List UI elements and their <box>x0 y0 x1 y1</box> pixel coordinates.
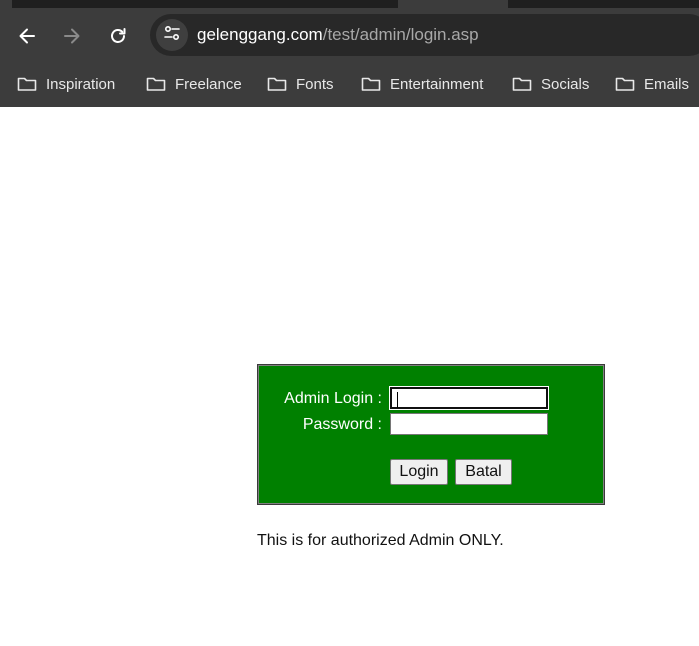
bookmark-socials[interactable]: Socials <box>512 72 589 96</box>
tab-edge <box>398 0 508 8</box>
bookmark-fonts[interactable]: Fonts <box>267 72 334 96</box>
login-button[interactable]: Login <box>390 459 448 485</box>
bookmark-label: Freelance <box>175 75 242 93</box>
bookmark-entertainment[interactable]: Entertainment <box>361 72 483 96</box>
text-caret <box>397 392 398 408</box>
bookmark-inspiration[interactable]: Inspiration <box>17 72 115 96</box>
bookmark-label: Entertainment <box>390 75 484 93</box>
url-text[interactable]: gelenggang.com/test/admin/login.asp <box>197 25 479 45</box>
bookmark-label: Fonts <box>296 75 334 93</box>
reload-icon <box>108 26 128 46</box>
forward-button[interactable] <box>56 20 88 52</box>
username-input[interactable] <box>390 387 548 409</box>
tune-icon <box>163 24 181 47</box>
password-label: Password : <box>302 416 382 433</box>
address-bar[interactable]: gelenggang.com/test/admin/login.asp <box>150 14 699 56</box>
url-path: /test/admin/login.asp <box>322 25 479 44</box>
cancel-button[interactable]: Batal <box>455 459 512 485</box>
folder-icon <box>615 77 635 91</box>
password-input[interactable] <box>390 413 548 435</box>
browser-chrome: gelenggang.com/test/admin/login.asp Insp… <box>0 0 699 107</box>
tab-edge <box>0 0 12 8</box>
folder-icon <box>17 77 37 91</box>
bookmark-label: Inspiration <box>46 75 116 93</box>
bookmark-label: Emails <box>644 75 690 93</box>
folder-icon <box>512 77 532 91</box>
folder-icon <box>146 77 166 91</box>
arrow-right-icon <box>62 26 82 46</box>
arrow-left-icon <box>17 26 37 46</box>
admin-login-form: Admin Login : Password : Login Batal <box>257 364 605 505</box>
bookmark-emails[interactable]: Emails <box>615 72 689 96</box>
bookmark-freelance[interactable]: Freelance <box>146 72 242 96</box>
reload-button[interactable] <box>102 20 134 52</box>
bookmarks-bar: Inspiration Freelance Fonts Entertainmen… <box>0 64 699 107</box>
username-label: Admin Login : <box>284 390 382 407</box>
site-info-button[interactable] <box>156 19 188 51</box>
authorization-notice: This is for authorized Admin ONLY. <box>257 532 504 549</box>
folder-icon <box>361 77 381 91</box>
url-host: gelenggang.com <box>197 25 323 44</box>
browser-toolbar: gelenggang.com/test/admin/login.asp <box>0 8 699 64</box>
tab-strip <box>0 0 699 8</box>
folder-icon <box>267 77 287 91</box>
bookmark-label: Socials <box>541 75 590 93</box>
back-button[interactable] <box>11 20 43 52</box>
